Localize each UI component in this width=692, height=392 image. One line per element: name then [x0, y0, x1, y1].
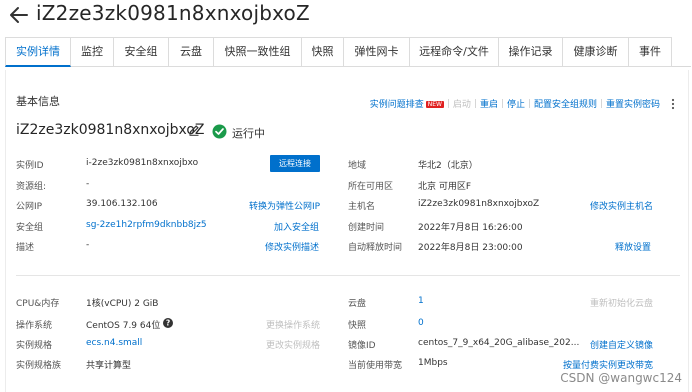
region-label: 地域 — [348, 161, 367, 171]
hostname-value: iZ2ze3zk0981n8xnxojbxoZ — [418, 199, 540, 209]
hostname-label: 主机名 — [348, 202, 376, 212]
security-group-label: 安全组 — [16, 223, 44, 233]
public-ip-value: 39.106.132.106 — [86, 199, 158, 209]
description-value: - — [86, 240, 90, 250]
reinit-disk-link[interactable]: 重新初始化云盘 — [590, 296, 653, 309]
image-id-label: 镜像ID — [348, 341, 376, 351]
tab-remote-commands[interactable]: 远程命令/文件 — [410, 37, 499, 67]
tab-bar: 实例详情 监控 安全组 云盘 快照一致性组 快照 弹性网卡 远程命令/文件 操作… — [5, 37, 691, 67]
disk-count-link[interactable]: 1 — [418, 296, 424, 306]
instance-id-label: 实例ID — [16, 161, 44, 171]
tab-instance-details[interactable]: 实例详情 — [5, 37, 71, 67]
running-status-icon — [212, 124, 227, 139]
zone-value: 北京 可用区F — [418, 182, 472, 192]
convert-eip-link[interactable]: 转换为弹性公网IP — [249, 199, 320, 212]
modify-hostname-link[interactable]: 修改实例主机名 — [590, 199, 653, 212]
more-vertical-icon[interactable] — [668, 98, 678, 110]
created-time-value: 2022年7月8日 16:26:00 — [418, 223, 523, 233]
public-ip-label: 公网IP — [16, 202, 43, 212]
section-divider — [16, 275, 680, 276]
disk-label: 云盘 — [348, 299, 367, 309]
spec-family-label: 实例规格族 — [16, 361, 62, 371]
reset-password-link[interactable]: 重置实例密码 — [602, 97, 664, 110]
bandwidth-value: 1Mbps — [418, 358, 448, 368]
instance-id-value: i-2ze3zk0981n8xnxojbxo — [86, 158, 199, 168]
zone-label: 所在可用区 — [348, 182, 394, 192]
help-icon[interactable]: ? — [163, 318, 173, 328]
stop-button[interactable]: 停止 — [503, 97, 529, 110]
new-badge: NEW — [425, 101, 444, 108]
snapshot-label: 快照 — [348, 321, 367, 331]
tab-snapshots[interactable]: 快照 — [302, 37, 344, 67]
start-button[interactable]: 启动 — [449, 97, 475, 110]
page-title: iZ2ze3zk0981n8xnxojbxoZ — [36, 1, 310, 25]
os-value: CentOS 7.9 64位 — [86, 321, 161, 331]
tab-events[interactable]: 事件 — [629, 37, 672, 67]
cpu-memory-value: 1核(vCPU) 2 GiB — [86, 299, 159, 309]
svg-text:?: ? — [166, 319, 170, 328]
action-bar: 实例问题排查 NEW 启动 重启 停止 配置安全组规则 重置实例密码 — [366, 97, 678, 110]
resource-group-value: - — [86, 179, 90, 189]
modify-description-link[interactable]: 修改实例描述 — [265, 240, 319, 253]
tab-health-diagnosis[interactable]: 健康诊断 — [563, 37, 629, 67]
image-id-value: centos_7_9_x64_20G_alibase_202... — [418, 338, 580, 348]
configure-security-rules-link[interactable]: 配置安全组规则 — [530, 97, 601, 110]
tab-disks[interactable]: 云盘 — [169, 37, 214, 67]
change-spec-link[interactable]: 更改实例规格 — [266, 338, 320, 351]
tab-eni[interactable]: 弹性网卡 — [344, 37, 410, 67]
spec-family-value: 共享计算型 — [86, 361, 132, 371]
status-text: 运行中 — [232, 127, 265, 140]
instance-spec-label: 实例规格 — [16, 341, 53, 351]
watermark: CSDN @wangwc124 — [560, 371, 682, 385]
bandwidth-label: 当前使用带宽 — [348, 361, 403, 371]
os-label: 操作系统 — [16, 321, 53, 331]
tab-monitoring[interactable]: 监控 — [71, 37, 114, 67]
resource-group-label: 资源组: — [16, 182, 47, 192]
tab-security-group[interactable]: 安全组 — [114, 37, 169, 67]
description-label: 描述 — [16, 243, 35, 253]
edit-pencil-icon[interactable] — [188, 124, 200, 136]
change-bandwidth-link[interactable]: 按量付费实例更改带宽 — [563, 358, 653, 371]
back-arrow-icon[interactable] — [8, 4, 30, 26]
auto-release-value: 2022年8月8日 23:00:00 — [418, 243, 523, 253]
created-time-label: 创建时间 — [348, 223, 385, 233]
tab-snapshot-consistency-group[interactable]: 快照一致性组 — [214, 37, 302, 67]
remote-connect-button[interactable]: 远程连接 — [270, 155, 320, 172]
tab-operation-logs[interactable]: 操作记录 — [499, 37, 563, 67]
release-settings-link[interactable]: 释放设置 — [615, 240, 651, 253]
change-os-link[interactable]: 更换操作系统 — [266, 318, 320, 331]
cpu-memory-label: CPU&内存 — [16, 299, 60, 309]
restart-button[interactable]: 重启 — [476, 97, 502, 110]
instance-spec-link[interactable]: ecs.n4.small — [86, 338, 142, 348]
snapshot-count-link[interactable]: 0 — [418, 318, 424, 328]
instance-name: iZ2ze3zk0981n8xnxojbxoZ — [16, 122, 205, 138]
security-group-link[interactable]: sg-2ze1h2rpfm9dknbb8jz5 — [86, 220, 207, 230]
create-image-link[interactable]: 创建自定义镜像 — [590, 338, 653, 351]
auto-release-label: 自动释放时间 — [348, 243, 403, 253]
region-value: 华北2（北京） — [418, 161, 478, 171]
page-header: iZ2ze3zk0981n8xnxojbxoZ — [0, 0, 692, 34]
section-title-basic-info: 基本信息 — [16, 95, 60, 108]
join-security-group-link[interactable]: 加入安全组 — [274, 220, 319, 233]
diagnose-link[interactable]: 实例问题排查 NEW — [366, 97, 448, 110]
